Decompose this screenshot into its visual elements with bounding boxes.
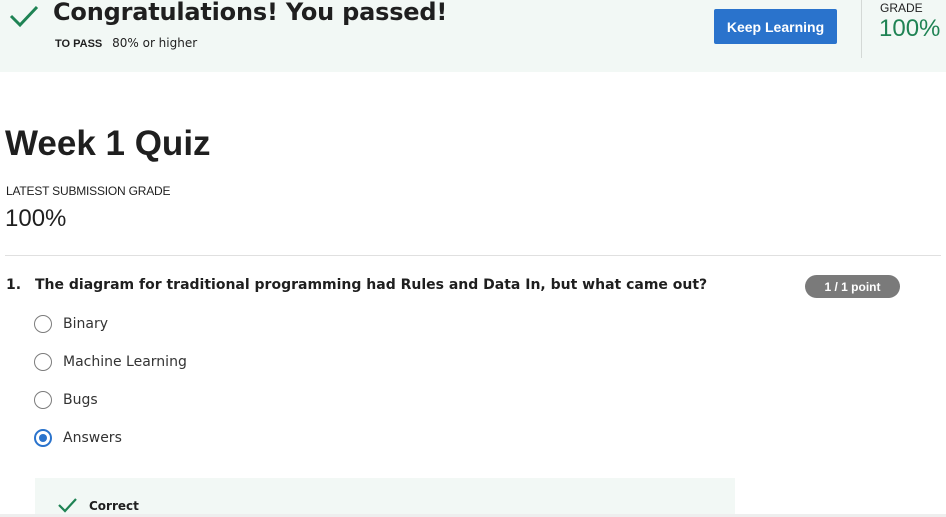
feedback-label: Correct [89, 499, 139, 513]
radio-button[interactable] [34, 391, 52, 409]
option-bugs[interactable]: Bugs [34, 389, 98, 411]
to-pass-value: 80% or higher [112, 36, 198, 50]
option-label: Binary [63, 316, 108, 332]
checkmark-icon [9, 5, 39, 28]
latest-submission-grade: 100% [5, 205, 67, 232]
grade-value: 100% [879, 15, 941, 42]
divider [5, 255, 941, 256]
option-label: Bugs [63, 392, 98, 408]
latest-submission-label: LATEST SUBMISSION GRADE [6, 184, 171, 198]
option-answers[interactable]: Answers [34, 427, 122, 449]
question-number: 1. [6, 277, 22, 293]
pass-title: Congratulations! You passed! [53, 0, 448, 26]
pass-banner: Congratulations! You passed! TO PASS 80%… [0, 0, 946, 72]
radio-button[interactable] [34, 315, 52, 333]
pass-requirement: TO PASS 80% or higher [55, 36, 197, 50]
radio-button-selected[interactable] [34, 429, 52, 447]
question-text: The diagram for traditional programming … [35, 277, 708, 293]
option-label: Answers [63, 430, 122, 446]
radio-button[interactable] [34, 353, 52, 371]
option-machine-learning[interactable]: Machine Learning [34, 351, 187, 373]
option-binary[interactable]: Binary [34, 313, 108, 335]
to-pass-label: TO PASS [55, 38, 103, 50]
checkmark-icon [58, 498, 77, 513]
divider [861, 0, 862, 58]
feedback-box: Correct [35, 478, 735, 517]
keep-learning-button[interactable]: Keep Learning [714, 9, 837, 44]
option-label: Machine Learning [63, 354, 187, 370]
points-badge: 1 / 1 point [805, 275, 900, 298]
grade-label: GRADE [880, 1, 923, 15]
page-title: Week 1 Quiz [5, 124, 211, 163]
